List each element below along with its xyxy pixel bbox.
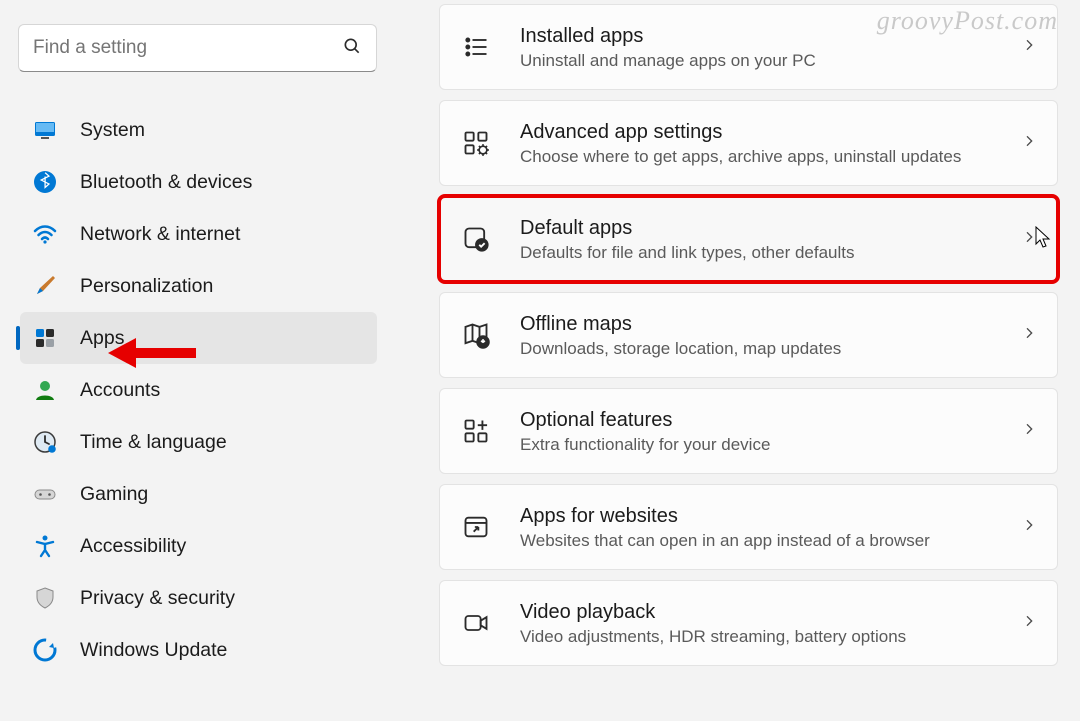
chevron-right-icon	[1021, 613, 1037, 634]
sidebar-item-update[interactable]: Windows Update	[20, 624, 377, 676]
chevron-right-icon	[1021, 325, 1037, 346]
card-offline-maps[interactable]: Offline maps Downloads, storage location…	[439, 292, 1058, 378]
sidebar-item-privacy[interactable]: Privacy & security	[20, 572, 377, 624]
default-apps-icon	[460, 223, 492, 255]
sidebar-item-network[interactable]: Network & internet	[20, 208, 377, 260]
chevron-right-icon	[1021, 133, 1037, 154]
sidebar-item-label: Gaming	[80, 483, 148, 506]
card-title: Optional features	[520, 408, 1021, 432]
update-icon	[32, 637, 58, 663]
app-gear-icon	[460, 127, 492, 159]
chevron-right-icon	[1021, 421, 1037, 442]
card-video-playback[interactable]: Video playback Video adjustments, HDR st…	[439, 580, 1058, 666]
card-apps-for-websites[interactable]: Apps for websites Websites that can open…	[439, 484, 1058, 570]
sidebar-item-label: Accounts	[80, 379, 160, 402]
accessibility-icon	[32, 533, 58, 559]
sidebar-item-label: Accessibility	[80, 535, 186, 558]
sidebar-item-accounts[interactable]: Accounts	[20, 364, 377, 416]
card-title: Apps for websites	[520, 504, 1021, 528]
sidebar-item-time[interactable]: Time & language	[20, 416, 377, 468]
system-icon	[32, 117, 58, 143]
video-icon	[460, 607, 492, 639]
chevron-right-icon	[1021, 229, 1037, 250]
search-box[interactable]	[18, 24, 377, 72]
content-panel: Installed apps Uninstall and manage apps…	[395, 4, 1080, 721]
card-title: Advanced app settings	[520, 120, 1021, 144]
add-feature-icon	[460, 415, 492, 447]
controller-icon	[32, 481, 58, 507]
list-icon	[460, 31, 492, 63]
card-default-apps[interactable]: Default apps Defaults for file and link …	[439, 196, 1058, 282]
apps-icon	[32, 325, 58, 351]
sidebar-item-personalization[interactable]: Personalization	[20, 260, 377, 312]
search-input[interactable]	[33, 37, 342, 59]
clock-icon	[32, 429, 58, 455]
paintbrush-icon	[32, 273, 58, 299]
search-icon	[342, 36, 362, 61]
card-subtitle: Defaults for file and link types, other …	[520, 243, 1021, 263]
card-subtitle: Choose where to get apps, archive apps, …	[520, 147, 1021, 167]
card-installed-apps[interactable]: Installed apps Uninstall and manage apps…	[439, 4, 1058, 90]
sidebar-item-accessibility[interactable]: Accessibility	[20, 520, 377, 572]
card-subtitle: Uninstall and manage apps on your PC	[520, 51, 1021, 71]
sidebar-item-label: Privacy & security	[80, 587, 235, 610]
sidebar-item-label: Time & language	[80, 431, 227, 454]
card-subtitle: Websites that can open in an app instead…	[520, 531, 1021, 551]
card-title: Offline maps	[520, 312, 1021, 336]
chevron-right-icon	[1021, 517, 1037, 538]
card-subtitle: Video adjustments, HDR streaming, batter…	[520, 627, 1021, 647]
person-icon	[32, 377, 58, 403]
sidebar-item-apps[interactable]: Apps	[20, 312, 377, 364]
card-title: Default apps	[520, 216, 1021, 240]
sidebar-item-label: System	[80, 119, 145, 142]
window-link-icon	[460, 511, 492, 543]
card-title: Video playback	[520, 600, 1021, 624]
sidebar-item-system[interactable]: System	[20, 104, 377, 156]
card-subtitle: Downloads, storage location, map updates	[520, 339, 1021, 359]
sidebar-item-bluetooth[interactable]: Bluetooth & devices	[20, 156, 377, 208]
map-download-icon	[460, 319, 492, 351]
card-subtitle: Extra functionality for your device	[520, 435, 1021, 455]
sidebar-item-gaming[interactable]: Gaming	[20, 468, 377, 520]
sidebar-item-label: Network & internet	[80, 223, 240, 246]
shield-icon	[32, 585, 58, 611]
sidebar-item-label: Windows Update	[80, 639, 227, 662]
card-advanced-app-settings[interactable]: Advanced app settings Choose where to ge…	[439, 100, 1058, 186]
card-title: Installed apps	[520, 24, 1021, 48]
sidebar-item-label: Apps	[80, 327, 124, 350]
wifi-icon	[32, 221, 58, 247]
sidebar-nav: System Bluetooth & devices Network & int…	[18, 104, 377, 676]
bluetooth-icon	[32, 169, 58, 195]
sidebar-item-label: Bluetooth & devices	[80, 171, 252, 194]
chevron-right-icon	[1021, 37, 1037, 58]
sidebar: System Bluetooth & devices Network & int…	[0, 0, 395, 721]
card-optional-features[interactable]: Optional features Extra functionality fo…	[439, 388, 1058, 474]
sidebar-item-label: Personalization	[80, 275, 213, 298]
